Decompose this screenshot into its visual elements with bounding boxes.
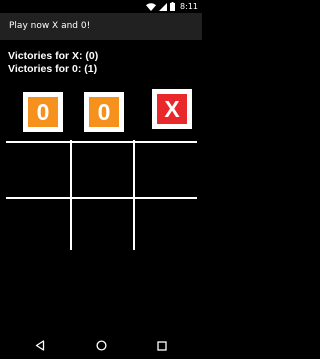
wifi-icon [146,2,157,11]
board-cell-5[interactable] [72,199,133,250]
header-tile-2: 0 [84,92,124,132]
game-board [6,140,197,250]
status-bar: 8:11 [0,0,202,13]
grid-line-vertical-right [133,140,135,250]
signal-icon [159,2,168,11]
header-tile-1: 0 [23,92,63,132]
recents-button[interactable] [155,338,169,352]
board-cell-1[interactable] [6,143,70,197]
board-cell-2[interactable] [72,143,133,197]
grid-line-horizontal-top [6,141,197,143]
battery-icon [170,2,176,11]
header-tile-3: X [152,89,192,129]
grid-line-horizontal-middle [6,197,197,199]
app-title: Play now X and 0! [9,21,91,31]
status-clock: 8:11 [180,2,198,11]
recents-icon [157,336,167,355]
header-tile-3-symbol: X [157,94,187,124]
board-cell-6[interactable] [135,199,197,250]
victories-o-label: Victories for 0: (1) [8,63,98,75]
back-button[interactable] [33,338,47,352]
board-cell-3[interactable] [135,143,197,197]
status-icons: 8:11 [146,1,198,12]
grid-line-vertical-left [70,140,72,250]
home-button[interactable] [94,338,108,352]
header-tile-1-symbol: 0 [28,97,58,127]
home-icon [95,336,107,355]
victories-x-label: Victories for X: (0) [8,50,99,62]
app-bar: Play now X and 0! [0,13,202,40]
navigation-bar [0,331,202,359]
back-icon [35,336,45,355]
board-cell-4[interactable] [6,199,70,250]
header-tile-2-symbol: 0 [89,97,119,127]
